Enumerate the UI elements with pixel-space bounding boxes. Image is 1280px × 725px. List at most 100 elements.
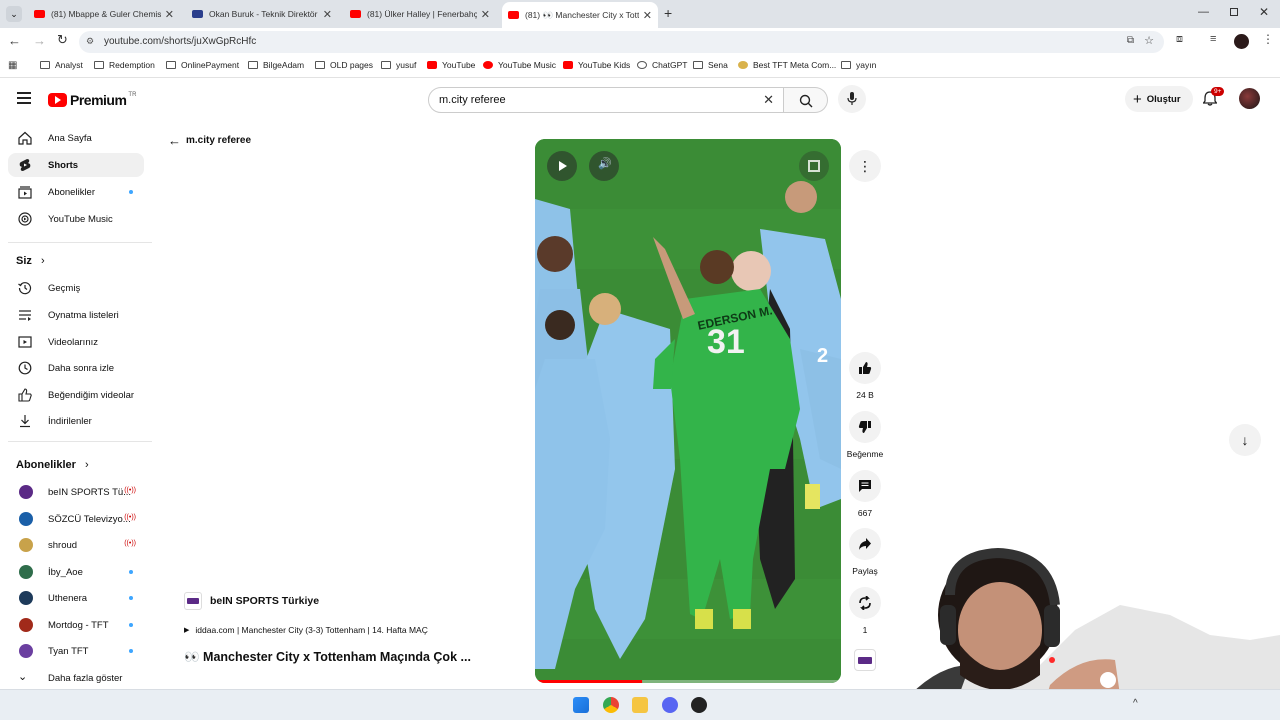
cast-icon[interactable]: ⧉ <box>1127 35 1134 46</box>
subscription-item[interactable]: Tyan TFT <box>8 639 144 663</box>
bookmark[interactable]: ChatGPT <box>637 60 687 70</box>
comments-button[interactable] <box>849 470 881 502</box>
sidebar-item-shorts[interactable]: Shorts <box>8 153 144 177</box>
url-text: youtube.com/shorts/juXwGpRcHfc <box>104 36 257 47</box>
dislike-action[interactable]: Beğenme <box>845 411 885 459</box>
apps-grid-icon[interactable]: ▦ <box>8 60 17 71</box>
subscription-item[interactable]: SÖZCÜ Televizyo... ((•)) <box>8 507 144 531</box>
back-to-search-link[interactable]: ← m.city referee <box>168 133 251 148</box>
remix-action[interactable]: 1 <box>845 587 885 635</box>
bookmark[interactable]: Best TFT Meta Com... <box>738 60 836 70</box>
tray-chevron-icon[interactable]: ^ <box>1133 698 1138 709</box>
bookmark[interactable]: Redemption <box>94 60 155 70</box>
bookmark[interactable]: OnlinePayment <box>166 60 239 70</box>
browser-tab[interactable]: Okan Buruk - Teknik Direktör p ✕ <box>186 3 338 25</box>
forward-icon[interactable]: → <box>33 33 46 48</box>
bookmark[interactable]: yusuf <box>381 60 416 70</box>
channel-row[interactable]: beIN SPORTS Türkiye <box>184 592 319 610</box>
close-tab-icon[interactable]: ✕ <box>643 9 652 22</box>
hamburger-menu-icon[interactable] <box>17 92 31 104</box>
app-icon[interactable] <box>691 697 707 713</box>
minimize-icon[interactable]: — <box>1198 6 1209 18</box>
like-button[interactable] <box>849 352 881 384</box>
discord-icon[interactable] <box>662 697 678 713</box>
extensions-icon[interactable]: ⧈ <box>1176 33 1183 46</box>
fullscreen-button[interactable] <box>799 151 829 181</box>
sidebar-item-watch-later[interactable]: Daha sonra izle <box>8 356 144 380</box>
sidebar-item-playlists[interactable]: Oynatma listeleri <box>8 303 144 327</box>
subscription-item[interactable]: Uthenera <box>8 586 144 610</box>
dislike-button[interactable] <box>849 411 881 443</box>
sidebar-item-youtube-music[interactable]: YouTube Music <box>8 207 144 231</box>
youtube-favicon-icon <box>350 10 361 18</box>
windows-start-icon[interactable] <box>573 697 589 713</box>
back-icon[interactable]: ← <box>8 33 21 48</box>
media-icon[interactable]: ≡ <box>1210 33 1216 45</box>
sponsor-line[interactable]: ▶ iddaa.com | Manchester City (3-3) Tott… <box>184 625 428 635</box>
bookmark[interactable]: Sena <box>693 60 728 70</box>
close-tab-icon[interactable]: ✕ <box>323 8 332 21</box>
comment-count: 667 <box>857 508 873 518</box>
short-title[interactable]: 👀 Manchester City x Tottenham Maçında Ço… <box>184 650 471 665</box>
shorts-video-player[interactable]: EDERSON M. 31 2 🔊 <box>535 139 841 683</box>
share-action[interactable]: Paylaş <box>845 528 885 576</box>
bookmark[interactable]: YouTube <box>427 60 475 70</box>
play-button[interactable] <box>547 151 577 181</box>
volume-button[interactable]: 🔊 <box>589 151 619 181</box>
reload-icon[interactable]: ↻ <box>57 32 68 48</box>
bookmark[interactable]: yayın <box>841 60 876 70</box>
browser-tab[interactable]: (81) Mbappe & Guler Chemistr ✕ <box>28 3 180 25</box>
sidebar-item-subscriptions[interactable]: Abonelikler <box>8 180 144 204</box>
remix-button[interactable] <box>849 587 881 619</box>
comments-action[interactable]: 667 <box>845 470 885 518</box>
sidebar-item-your-videos[interactable]: Videolarınız <box>8 330 144 354</box>
sidebar-item-history[interactable]: Geçmiş <box>8 276 144 300</box>
voice-search-button[interactable] <box>838 85 866 113</box>
next-short-button[interactable]: ↓ <box>1229 424 1261 456</box>
sidebar-item-downloads[interactable]: İndirilenler <box>8 409 144 433</box>
browser-menu-icon[interactable]: ⋮ <box>1262 32 1274 46</box>
chrome-icon[interactable] <box>603 697 619 713</box>
new-tab-button[interactable]: + <box>664 5 672 21</box>
browser-tab[interactable]: (81) Ülker Halley | Fenerbahçe Ü ✕ <box>344 3 496 25</box>
profile-avatar[interactable] <box>1234 34 1249 49</box>
bookmark-star-icon[interactable]: ☆ <box>1144 34 1154 47</box>
subscriptions-section-heading[interactable]: Abonelikler › <box>16 459 89 471</box>
subscription-item[interactable]: Mortdog - TFT <box>8 613 144 637</box>
subscription-item[interactable]: beIN SPORTS Tü... ((•)) <box>8 480 144 504</box>
address-bar[interactable]: ⚙ youtube.com/shorts/juXwGpRcHfc ⧉ ☆ <box>79 31 1164 53</box>
site-info-icon[interactable]: ⚙ <box>86 36 94 47</box>
microphone-icon <box>847 92 857 105</box>
subscription-item[interactable]: İby_Aoe <box>8 560 144 584</box>
subscription-item[interactable]: shroud ((•)) <box>8 533 144 557</box>
new-content-dot <box>129 623 133 627</box>
search-input[interactable]: m.city referee ✕ <box>428 87 784 113</box>
close-window-icon[interactable]: ✕ <box>1259 5 1269 19</box>
like-action[interactable]: 24 B <box>845 352 885 400</box>
bookmark[interactable]: YouTube Music <box>483 60 556 70</box>
show-more-button[interactable]: ⌄ Daha fazla göster <box>8 666 144 690</box>
youtube-logo[interactable]: Premium TR <box>48 92 136 108</box>
sidebar-item-home[interactable]: Ana Sayfa <box>8 126 144 150</box>
sidebar-item-liked-videos[interactable]: Beğendiğim videolar <box>8 383 144 407</box>
tab-search-icon[interactable]: ⌄ <box>6 6 22 22</box>
share-button[interactable] <box>849 528 881 560</box>
you-section-heading[interactable]: Siz › <box>16 255 45 267</box>
sound-channel-thumbnail[interactable] <box>854 649 876 671</box>
account-avatar[interactable] <box>1239 88 1260 109</box>
restore-icon[interactable] <box>1230 8 1238 16</box>
clear-search-icon[interactable]: ✕ <box>763 92 774 108</box>
bookmark[interactable]: OLD pages <box>315 60 373 70</box>
search-button[interactable] <box>784 87 828 113</box>
create-button[interactable]: + Oluştur <box>1125 86 1193 112</box>
bookmark[interactable]: Analyst <box>40 60 83 70</box>
live-icon: ((•)) <box>124 487 136 494</box>
bookmark[interactable]: BilgeAdam <box>248 60 304 70</box>
file-explorer-icon[interactable] <box>632 697 648 713</box>
close-tab-icon[interactable]: ✕ <box>165 8 174 21</box>
bookmark[interactable]: YouTube Kids <box>563 60 630 70</box>
more-options-button[interactable]: ⋮ <box>849 150 881 182</box>
notifications-button[interactable]: 9+ <box>1201 87 1225 109</box>
browser-tab-active[interactable]: (81) 👀 Manchester City x Tottenh ✕ <box>502 2 658 28</box>
close-tab-icon[interactable]: ✕ <box>481 8 490 21</box>
